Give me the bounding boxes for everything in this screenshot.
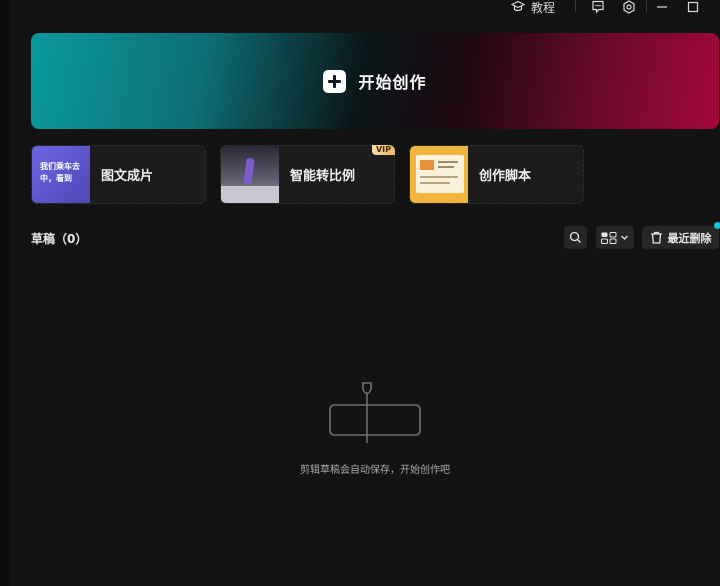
empty-drafts-illustration xyxy=(329,382,421,443)
drafts-title: 草稿（0） xyxy=(31,232,88,246)
titlebar-divider xyxy=(575,0,576,12)
vip-badge: VIP xyxy=(371,145,395,155)
card-label: 创作脚本 xyxy=(479,169,532,184)
notification-dot xyxy=(714,222,720,229)
plus-icon xyxy=(323,69,347,93)
chevron-down-icon xyxy=(621,235,628,240)
script-thumbnail xyxy=(410,146,468,203)
script-card[interactable]: 创作脚本 xyxy=(409,145,584,204)
search-button[interactable] xyxy=(564,226,587,249)
titlebar-divider xyxy=(646,0,647,12)
tutorial-button[interactable]: 教程 xyxy=(511,0,556,15)
smart-ratio-thumbnail xyxy=(221,146,279,203)
tutorial-label: 教程 xyxy=(531,0,556,15)
settings-icon xyxy=(623,0,635,14)
search-icon xyxy=(569,231,581,243)
graduation-cap-icon xyxy=(511,0,525,12)
smart-ratio-card[interactable]: 智能转比例 VIP xyxy=(220,145,395,204)
maximize-icon xyxy=(687,1,699,13)
feedback-button[interactable] xyxy=(591,0,605,14)
grid-view-icon xyxy=(601,231,617,244)
recent-delete-label: 最近删除 xyxy=(667,231,712,245)
maximize-button[interactable] xyxy=(687,0,699,14)
empty-state-message: 剪辑草稿会自动保存，开始创作吧 xyxy=(300,465,450,476)
left-edge-strip xyxy=(0,0,9,586)
start-creating-button[interactable]: 开始创作 xyxy=(31,33,719,129)
view-toggle-button[interactable] xyxy=(596,226,634,249)
trash-icon xyxy=(650,231,662,244)
text-to-video-thumbnail: 我们乘车去中，看到 xyxy=(32,146,90,203)
feedback-icon xyxy=(592,0,604,14)
card-label: 图文成片 xyxy=(101,169,154,184)
start-creating-label: 开始创作 xyxy=(358,73,427,92)
minimize-button[interactable] xyxy=(656,0,668,14)
minimize-icon xyxy=(657,6,667,8)
title-bar: 教程 xyxy=(0,0,720,16)
card-label: 智能转比例 xyxy=(290,169,356,184)
thumbnail-text: 我们乘车去中，看到 xyxy=(40,162,80,183)
text-to-video-card[interactable]: 我们乘车去中，看到 图文成片 xyxy=(31,145,206,204)
recent-delete-button[interactable]: 最近删除 xyxy=(642,226,719,249)
settings-button[interactable] xyxy=(622,0,636,14)
